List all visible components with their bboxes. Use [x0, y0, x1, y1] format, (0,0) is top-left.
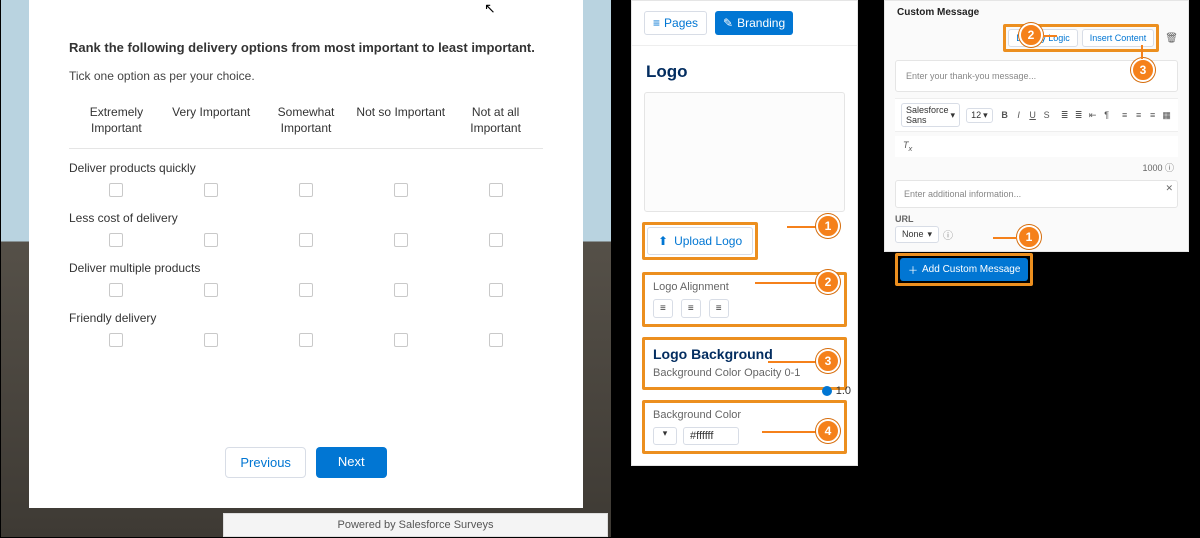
cursor-icon: ↖ — [484, 0, 496, 17]
plus-icon: ＋ — [908, 262, 918, 277]
branding-panel: Pages Branding Logo Upload Logo Logo Ali… — [631, 0, 858, 466]
opacity-slider[interactable]: 1.0 — [822, 385, 851, 397]
upload-logo-button[interactable]: Upload Logo — [647, 227, 753, 255]
strike-icon[interactable]: S — [1041, 110, 1053, 120]
logo-heading: Logo — [632, 46, 857, 92]
matrix-header-row: Extremely Important Very Important Somew… — [69, 105, 543, 136]
color-swatch-dropdown[interactable]: ▾ — [653, 427, 677, 445]
list-icon — [653, 16, 660, 30]
rich-text-toolbar: Salesforce Sans▾ 12▾ B I U S ≣ ≣ ⇤ ¶ ≡ ≡… — [895, 98, 1178, 132]
upload-icon — [658, 234, 668, 248]
align-center-button[interactable]: ≡ — [681, 299, 701, 318]
matrix-checkbox[interactable] — [299, 233, 313, 247]
callout-2: 2 — [1019, 23, 1043, 47]
custom-message-panel: Custom Message Display Logic Insert Cont… — [884, 0, 1189, 252]
matrix-checkbox[interactable] — [109, 283, 123, 297]
matrix-row-label: Less cost of delivery — [69, 211, 543, 225]
survey-background: Rank the following delivery options from… — [1, 0, 611, 537]
align-center-icon[interactable]: ≡ — [1133, 110, 1145, 120]
opacity-label: Background Color Opacity 0-1 — [653, 366, 836, 381]
survey-question: Rank the following delivery options from… — [69, 40, 543, 55]
matrix-checkbox[interactable] — [394, 233, 408, 247]
tab-pages[interactable]: Pages — [644, 11, 707, 35]
survey-card: Rank the following delivery options from… — [29, 0, 583, 508]
matrix-row-label: Deliver products quickly — [69, 161, 543, 175]
previous-button[interactable]: Previous — [225, 447, 306, 478]
underline-icon[interactable]: U — [1027, 110, 1039, 120]
char-count: 1000 ⓘ — [891, 159, 1182, 176]
callout-3: 3 — [1131, 58, 1155, 82]
matrix-checkbox[interactable] — [299, 283, 313, 297]
logo-background-heading: Logo Background — [653, 346, 836, 362]
list-ul-icon[interactable]: ≣ — [1073, 110, 1085, 121]
matrix-checkbox[interactable] — [489, 333, 503, 347]
additional-info-input[interactable]: Enter additional information... ✕ — [895, 180, 1178, 208]
powered-by-footer: Powered by Salesforce Surveys — [223, 513, 608, 537]
tab-branding-label: Branding — [737, 16, 785, 30]
url-label: URL — [895, 214, 1178, 224]
indent-icon[interactable]: ⇤ — [1087, 110, 1099, 121]
matrix-checkbox[interactable] — [299, 183, 313, 197]
matrix-header: Not so Important — [353, 105, 448, 136]
italic-icon[interactable]: I — [1013, 110, 1025, 120]
bold-icon[interactable]: B — [999, 110, 1011, 120]
tab-branding[interactable]: Branding — [715, 11, 793, 35]
delete-icon[interactable]: 🗑 — [1165, 33, 1178, 44]
next-button[interactable]: Next — [316, 447, 387, 478]
matrix-checkbox[interactable] — [204, 233, 218, 247]
matrix-checkbox[interactable] — [489, 283, 503, 297]
custom-message-title: Custom Message — [891, 7, 1182, 18]
matrix-checkbox[interactable] — [204, 333, 218, 347]
clear-format-icon[interactable]: Tx — [903, 140, 912, 150]
upload-logo-label: Upload Logo — [674, 234, 742, 248]
callout-1: 1 — [816, 214, 840, 238]
matrix-checkbox[interactable] — [394, 183, 408, 197]
logo-preview-box — [644, 92, 845, 212]
callout-2: 2 — [816, 270, 840, 294]
matrix-row-label: Friendly delivery — [69, 311, 543, 325]
matrix-checkbox[interactable] — [489, 233, 503, 247]
align-right-icon[interactable]: ≡ — [1147, 110, 1159, 120]
align-left-button[interactable]: ≡ — [653, 299, 673, 318]
matrix-header: Extremely Important — [69, 105, 164, 136]
matrix-header: Not at all Important — [448, 105, 543, 136]
matrix-header: Very Important — [164, 105, 259, 136]
align-left-icon[interactable]: ≡ — [1119, 110, 1131, 120]
matrix-row-label: Deliver multiple products — [69, 261, 543, 275]
outdent-icon[interactable]: ¶ — [1101, 110, 1113, 120]
matrix-header: Somewhat Important — [259, 105, 354, 136]
survey-instruction: Tick one option as per your choice. — [69, 69, 543, 83]
color-hex-input[interactable]: #ffffff — [683, 427, 739, 445]
matrix-checkbox[interactable] — [489, 183, 503, 197]
opacity-value: 1.0 — [836, 385, 851, 397]
list-ol-icon[interactable]: ≣ — [1059, 110, 1071, 121]
tab-pages-label: Pages — [664, 16, 698, 30]
matrix-checkbox[interactable] — [109, 333, 123, 347]
pencil-icon — [723, 16, 733, 30]
matrix-checkbox[interactable] — [109, 183, 123, 197]
more-icon[interactable]: ▦ — [1161, 110, 1173, 121]
matrix-checkbox[interactable] — [204, 283, 218, 297]
url-select[interactable]: None▾ — [895, 226, 939, 243]
font-size-select[interactable]: 12▾ — [966, 108, 993, 123]
font-family-select[interactable]: Salesforce Sans▾ — [901, 103, 960, 127]
matrix-checkbox[interactable] — [204, 183, 218, 197]
matrix-checkbox[interactable] — [299, 333, 313, 347]
callout-1: 1 — [1017, 225, 1041, 249]
matrix-body: Deliver products quickly Less cost of de… — [69, 148, 543, 347]
callout-3: 3 — [816, 349, 840, 373]
matrix-checkbox[interactable] — [394, 333, 408, 347]
background-color-label: Background Color — [653, 409, 836, 421]
slider-thumb[interactable] — [822, 386, 832, 396]
add-custom-message-button[interactable]: ＋ Add Custom Message — [900, 258, 1028, 281]
matrix-checkbox[interactable] — [394, 283, 408, 297]
align-right-button[interactable]: ≡ — [709, 299, 729, 318]
callout-4: 4 — [816, 419, 840, 443]
close-icon[interactable]: ✕ — [1165, 183, 1173, 194]
matrix-checkbox[interactable] — [109, 233, 123, 247]
insert-content-button[interactable]: Insert Content — [1082, 29, 1155, 47]
info-icon: ⓘ — [943, 227, 953, 242]
